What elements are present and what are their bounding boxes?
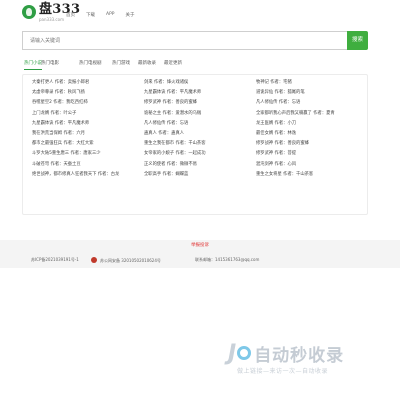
list-column-1: 大秦打更人 作者：卖报小郎君 太虚帝尊录 作者：秋风飞扬 吞噬星空2 作者：我吃…: [32, 78, 142, 180]
watermark-circle-icon: [237, 346, 252, 360]
report-link[interactable]: 举报投诉: [0, 242, 400, 248]
list-item[interactable]: 绝世战神，都市修真人狂者我天下 作者：古龙: [32, 170, 142, 180]
list-item[interactable]: 剑来 作者：烽火戏诸侯: [144, 78, 254, 88]
police-record-text: 苏公网安备 32010502010624号: [100, 258, 161, 263]
list-item[interactable]: 混沌剑神 作者：心风: [256, 160, 366, 170]
search-button[interactable]: 搜索: [347, 31, 368, 50]
list-item[interactable]: 太虚帝尊录 作者：秋风飞扬: [32, 88, 142, 98]
top-nav: 首页 下载 APP 关于: [66, 12, 146, 18]
search-bar: 搜索: [22, 31, 368, 50]
police-record[interactable]: 苏公网安备 32010502010624号: [91, 257, 161, 264]
logo-icon: [22, 5, 36, 19]
list-item[interactable]: 重生之我在都市 作者：千山茶客: [144, 139, 254, 149]
tab-hot-tv[interactable]: 热门电视剧: [79, 60, 102, 70]
tab-latest-indexed[interactable]: 最新收录: [138, 60, 156, 70]
list-item[interactable]: 正义的使者 作者：微微不易: [144, 160, 254, 170]
nav-about-link[interactable]: 关于: [126, 12, 135, 18]
list-column-3: 牧神记 作者：宅猪 道诡异仙 作者：狐尾的笔 凡人修仙传 作者：忘语 全家都听我…: [256, 78, 366, 180]
list-item[interactable]: 诡秘之主 作者：爱潜水的乌贼: [144, 109, 254, 119]
nav-home-link[interactable]: 首页: [66, 12, 75, 18]
list-item[interactable]: 龙王医婿 作者：小刀: [256, 119, 366, 129]
watermark-title: 自动秒收录: [254, 345, 345, 366]
police-badge-icon: [91, 257, 97, 263]
nav-app-link[interactable]: APP: [106, 12, 115, 18]
category-tabs: 热门小说 热门电影 热门电视剧 热门游戏 最新收录 最近更新: [22, 60, 368, 70]
tab-recently-updated[interactable]: 最近更新: [164, 60, 182, 70]
footer: 举报投诉 苏ICP备2021039191号-1 苏公网安备 3201050201…: [0, 240, 400, 268]
watermark-j-glyph: J: [228, 340, 237, 366]
list-item[interactable]: 斗破苍穹 作者：天蚕土豆: [32, 160, 142, 170]
search-input[interactable]: [22, 31, 347, 50]
list-item[interactable]: 凡人修仙传 作者：忘语: [256, 98, 366, 108]
list-item[interactable]: 道诡异仙 作者：狐尾的笔: [256, 88, 366, 98]
list-column-2: 剑来 作者：烽火戏诸侯 九星霸体诀 作者：平凡魔术师 修罗武神 作者：善良的蜜蜂…: [144, 78, 254, 180]
tab-hot-games[interactable]: 热门游戏: [112, 60, 130, 70]
watermark-logo: J 自动秒收录: [228, 340, 344, 366]
resource-list: 大秦打更人 作者：卖报小郎君 太虚帝尊录 作者：秋风飞扬 吞噬星空2 作者：我吃…: [22, 74, 368, 215]
list-item[interactable]: 牧神记 作者：宅猪: [256, 78, 366, 88]
list-item[interactable]: 吞噬星空2 作者：我吃西红柿: [32, 98, 142, 108]
list-item[interactable]: 我在洪荒当保姆 作者：六月: [32, 129, 142, 139]
tab-hot-novels[interactable]: 热门小说: [24, 60, 42, 70]
list-item[interactable]: 修罗武神 作者：善良的蜜蜂: [144, 98, 254, 108]
icp-number[interactable]: 苏ICP备2021039191号-1: [31, 257, 79, 263]
list-item[interactable]: 蛊真人 作者：蛊真人: [144, 129, 254, 139]
list-item[interactable]: 九星霸体诀 作者：平凡魔术师: [144, 88, 254, 98]
list-item[interactable]: 重生之女将星 作者：千山茶客: [256, 170, 366, 180]
list-item[interactable]: 全家都听我心声后我又躺赢了 作者：夏青: [256, 109, 366, 119]
list-item[interactable]: 女帝家的小娘子 作者：一起成功: [144, 149, 254, 159]
watermark-slogan: 做上链接—来访一次—自动收录: [237, 368, 329, 375]
list-item[interactable]: 修罗战神 作者：善良的蜜蜂: [256, 139, 366, 149]
contact-email[interactable]: 联系邮箱：1415361763@qq.com: [195, 257, 259, 263]
list-item[interactable]: 斗罗大陆5重生唐三 作者：唐家三少: [32, 149, 142, 159]
nav-download-link[interactable]: 下载: [86, 12, 95, 18]
list-item[interactable]: 最佳女婿 作者：林逸: [256, 129, 366, 139]
top-bar: 盘333 pan333.com 首页 下载 APP 关于: [0, 0, 400, 26]
list-item[interactable]: 大秦打更人 作者：卖报小郎君: [32, 78, 142, 88]
list-item[interactable]: 上门龙婿 作者：叶公子: [32, 109, 142, 119]
list-item[interactable]: 凡人修仙传 作者：忘语: [144, 119, 254, 129]
list-item[interactable]: 全职高手 作者：蝴蝶蓝: [144, 170, 254, 180]
tab-hot-movies[interactable]: 热门电影: [41, 60, 59, 70]
list-item[interactable]: 修罗武神 作者：菩提: [256, 149, 366, 159]
list-item[interactable]: 都市之最强狂兵 作者：大红大紫: [32, 139, 142, 149]
watermark: J 自动秒收录 做上链接—来访一次—自动收录: [228, 340, 388, 380]
list-item[interactable]: 九星霸体诀 作者：平凡魔术师: [32, 119, 142, 129]
